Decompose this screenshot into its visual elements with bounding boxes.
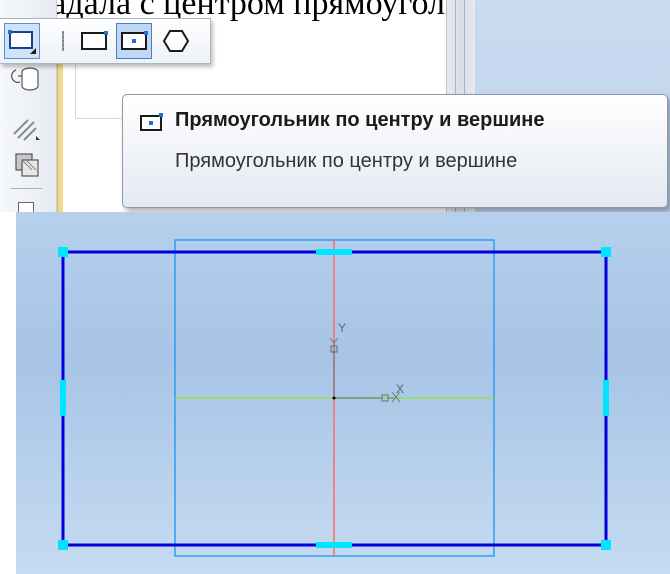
rectangle-center-icon — [121, 31, 148, 50]
edge-handle[interactable] — [316, 249, 352, 255]
tooltip-title: Прямоугольник по центру и вершине — [175, 109, 545, 131]
rectangle-button[interactable] — [76, 23, 112, 59]
axis-y-label: Y — [338, 321, 346, 335]
edge-handle[interactable] — [60, 380, 66, 416]
polygon-icon — [162, 30, 190, 52]
cylinder-icon[interactable] — [8, 64, 44, 96]
sketch-svg: Y X — [58, 239, 611, 557]
corner-handle[interactable] — [601, 247, 611, 257]
coordinate-system-icon — [329, 337, 401, 403]
drawing-canvas[interactable]: Y X — [16, 212, 670, 574]
axis-x-label: X — [396, 382, 404, 396]
rectangle-center-icon — [140, 113, 163, 131]
toolbar-separator — [10, 188, 42, 189]
tooltip: Прямоугольник по центру и вершине Прямоу… — [122, 94, 668, 208]
rectangle-icon — [8, 30, 36, 54]
rectangle-icon — [81, 31, 108, 50]
app-window: Прямоугольник по центру и вершине Прямоу… — [0, 0, 670, 212]
panel-divider-vertical — [75, 62, 76, 119]
rectangle-center-button[interactable] — [116, 23, 152, 59]
corner-handle[interactable] — [58, 540, 68, 550]
rectangle-tool-button[interactable] — [4, 23, 40, 59]
more-tool-icon[interactable] — [18, 202, 34, 212]
hatching-icon[interactable] — [8, 112, 44, 144]
edge-handle[interactable] — [316, 542, 352, 548]
tooltip-description: Прямоугольник по центру и вершине — [175, 150, 518, 172]
toolbar-grip — [62, 31, 64, 51]
edge-handle[interactable] — [603, 380, 609, 416]
corner-handle[interactable] — [58, 247, 68, 257]
origin-point — [332, 396, 336, 400]
rectangle-flyout-toolbar — [0, 18, 211, 64]
polygon-button[interactable] — [158, 23, 194, 59]
fill-icon[interactable] — [8, 150, 44, 182]
corner-handle[interactable] — [601, 540, 611, 550]
